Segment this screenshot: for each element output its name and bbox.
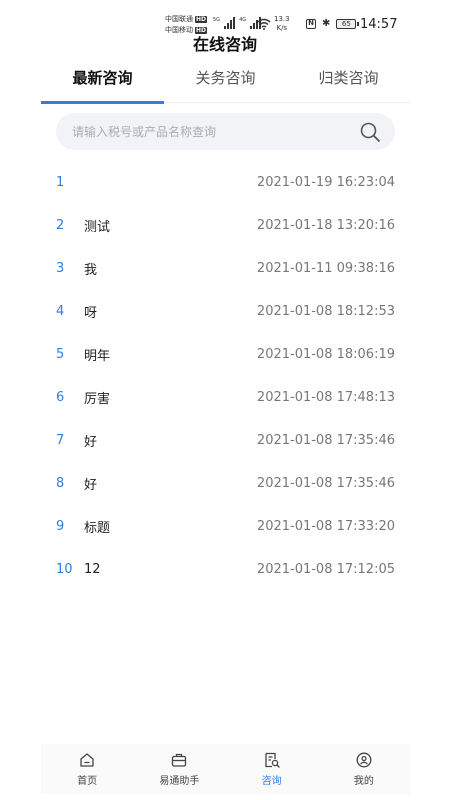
list-item[interactable]: 8 好 2021-01-08 17:35:46	[41, 462, 410, 505]
item-index: 6	[56, 390, 65, 405]
item-title: 测试	[84, 220, 111, 235]
item-time: 2021-01-11 09:38:16	[256, 261, 395, 276]
bluetooth-icon: ✱	[322, 18, 331, 29]
profile-icon	[356, 752, 372, 767]
list-item[interactable]: 9 标题 2021-01-08 17:33:20	[41, 505, 410, 548]
nav-label: 易通助手	[159, 775, 200, 787]
item-time: 2021-01-08 17:35:46	[256, 476, 395, 491]
item-title: 好	[84, 478, 98, 493]
item-title: 好	[84, 435, 98, 450]
nav-home[interactable]: 首页	[41, 744, 133, 794]
network-label-5g: 5G	[213, 17, 221, 23]
list-item[interactable]: 3 我 2021-01-11 09:38:16	[41, 247, 410, 290]
list-item[interactable]: 5 明年 2021-01-08 18:06:19	[41, 333, 410, 376]
list-item[interactable]: 4 呀 2021-01-08 18:12:53	[41, 290, 410, 333]
item-time: 2021-01-08 18:12:53	[256, 304, 395, 319]
list-item[interactable]: 2 测试 2021-01-18 13:20:16	[41, 204, 410, 247]
nav-label: 我的	[353, 775, 374, 787]
item-title: 12	[84, 562, 101, 577]
item-index: 8	[56, 476, 65, 491]
search-input[interactable]	[72, 124, 359, 139]
nav-assistant[interactable]: 易通助手	[133, 744, 225, 794]
item-index: 7	[56, 433, 65, 448]
item-time: 2021-01-19 16:23:04	[256, 175, 395, 190]
item-title: 明年	[84, 349, 111, 364]
wifi-icon	[257, 18, 271, 30]
list-item[interactable]: 7 好 2021-01-08 17:35:46	[41, 419, 410, 462]
tab-classification[interactable]: 归类咨询	[287, 62, 410, 102]
item-title: 标题	[84, 521, 111, 536]
signal-group: 5G 4G	[213, 17, 262, 29]
hd-badge: HD	[195, 16, 208, 23]
nav-label: 首页	[77, 775, 98, 787]
tab-customs[interactable]: 关务咨询	[164, 62, 287, 102]
tab-latest[interactable]: 最新咨询	[41, 62, 164, 104]
item-index: 1	[56, 175, 65, 190]
bottom-nav: 首页 易通助手 咨询 我的	[41, 744, 410, 794]
item-time: 2021-01-08 18:06:19	[256, 347, 395, 362]
item-time: 2021-01-18 13:20:16	[256, 218, 395, 233]
item-time: 2021-01-08 17:35:46	[256, 433, 395, 448]
briefcase-icon	[172, 753, 187, 767]
item-title: 呀	[84, 306, 98, 321]
nav-profile[interactable]: 我的	[318, 744, 410, 794]
speed-value: 13.3	[274, 15, 290, 23]
search-icon[interactable]	[359, 121, 381, 143]
list-item[interactable]: 1 2021-01-19 16:23:04	[41, 161, 410, 204]
nav-label: 咨询	[261, 775, 282, 787]
signal-icon	[224, 17, 236, 29]
item-time: 2021-01-08 17:33:20	[256, 519, 395, 534]
list-item[interactable]: 6 厉害 2021-01-08 17:48:13	[41, 376, 410, 419]
home-icon	[80, 752, 94, 767]
battery-icon: 65	[336, 19, 360, 29]
item-index: 5	[56, 347, 65, 362]
battery-level: 65	[336, 19, 357, 29]
consultation-list: 1 2021-01-19 16:23:04 2 测试 2021-01-18 13…	[41, 161, 410, 591]
status-time: 14:57	[360, 17, 398, 32]
item-index: 4	[56, 304, 65, 319]
item-index: 3	[56, 261, 65, 276]
item-title: 我	[84, 263, 98, 278]
item-index: 9	[56, 519, 65, 534]
tab-bar: 最新咨询 关务咨询 归类咨询	[41, 62, 410, 104]
search-bar	[56, 113, 395, 150]
carrier-1: 中国联通	[165, 15, 193, 23]
system-icons: N ✱ 65	[306, 18, 360, 29]
item-index: 10	[56, 562, 73, 577]
consult-icon	[264, 752, 280, 768]
item-index: 2	[56, 218, 65, 233]
nfc-icon: N	[306, 19, 316, 29]
item-title: 厉害	[84, 392, 111, 407]
network-label-4g: 4G	[239, 17, 247, 23]
nav-consult[interactable]: 咨询	[226, 744, 318, 794]
item-time: 2021-01-08 17:12:05	[256, 562, 395, 577]
item-time: 2021-01-08 17:48:13	[256, 390, 395, 405]
page-title: 在线咨询	[192, 35, 257, 54]
list-item[interactable]: 10 12 2021-01-08 17:12:05	[41, 548, 410, 591]
